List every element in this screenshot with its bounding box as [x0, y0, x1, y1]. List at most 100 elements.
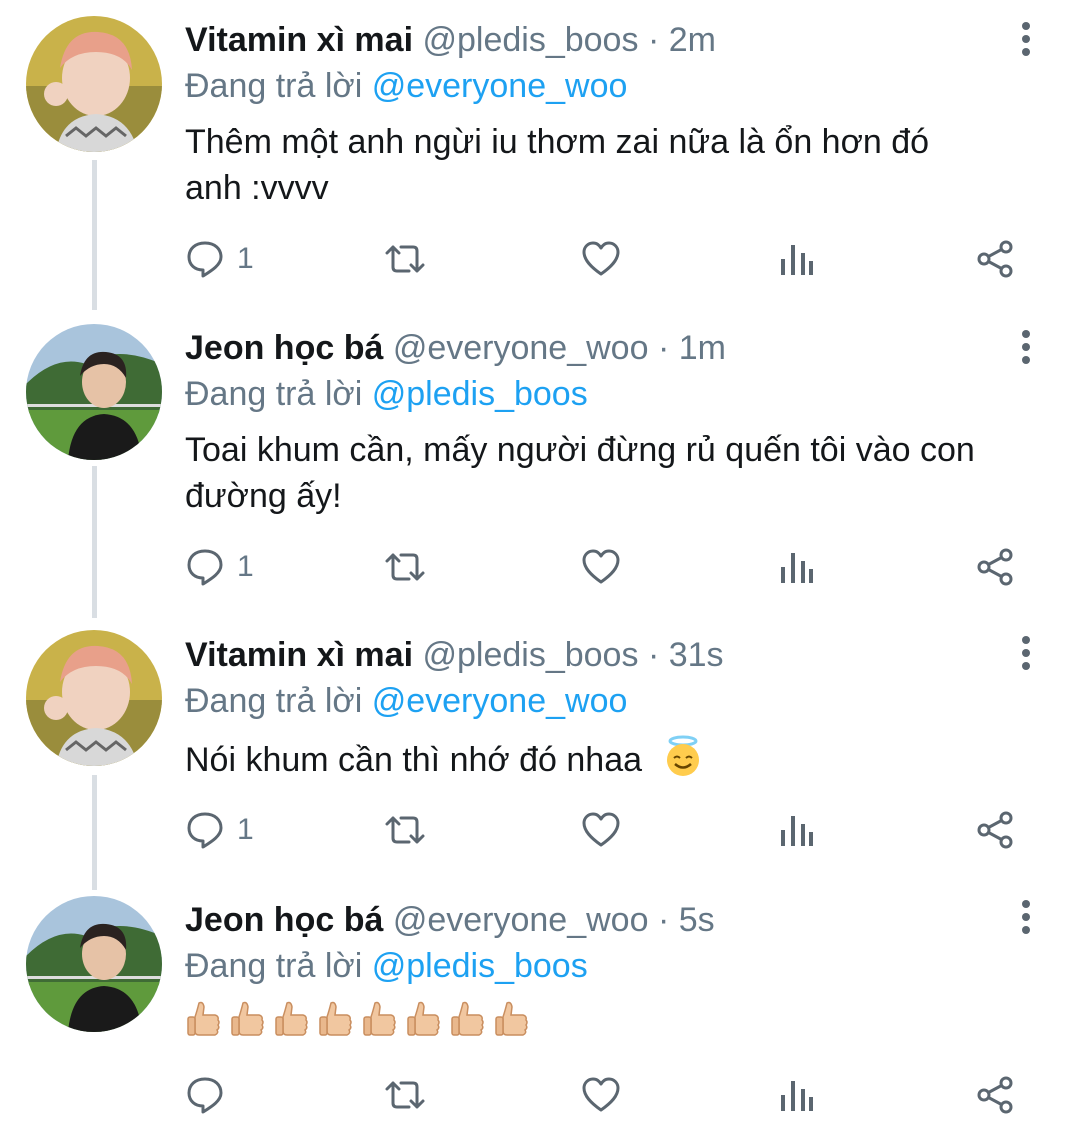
heart-icon: [581, 810, 621, 850]
mention-link[interactable]: @pledis_boos: [372, 947, 588, 985]
user-handle[interactable]: @pledis_boos: [422, 636, 638, 674]
tweet-text: Nói khum cần thì nhớ đó nhaa: [185, 740, 643, 779]
reply-button[interactable]: 1: [185, 810, 254, 850]
analytics-icon: [779, 547, 815, 587]
retweet-icon: [383, 547, 427, 587]
reply-button[interactable]: 1: [185, 547, 254, 587]
share-button[interactable]: [975, 810, 1015, 850]
reply-icon: [185, 810, 225, 850]
more-options-icon[interactable]: [1016, 330, 1036, 370]
tweet[interactable]: Vitamin xì mai @pledis_boos · 2m Đang tr…: [0, 0, 1080, 310]
more-options-icon[interactable]: [1016, 900, 1036, 940]
share-button[interactable]: [975, 239, 1015, 279]
user-handle[interactable]: @everyone_woo: [393, 901, 649, 939]
retweet-icon: [383, 810, 427, 850]
mention-link[interactable]: @everyone_woo: [372, 67, 628, 105]
thumbs-up-emoji: [361, 999, 397, 1048]
tweet-header: Vitamin xì mai @pledis_boos · 2m: [185, 17, 1040, 63]
reply-count: 1: [237, 550, 254, 583]
replying-to: Đang trả lời @everyone_woo: [185, 678, 1040, 724]
replying-to-label: Đang trả lời: [185, 375, 363, 413]
analytics-icon: [779, 810, 815, 850]
tweet[interactable]: Vitamin xì mai @pledis_boos · 31s Đang t…: [0, 620, 1080, 890]
tweet-actions: 1: [185, 239, 1020, 279]
timestamp[interactable]: · 1m: [658, 329, 726, 367]
tweet-header: Vitamin xì mai @pledis_boos · 31s: [185, 632, 1040, 678]
share-icon: [975, 547, 1015, 587]
thumbs-up-emoji: [185, 999, 221, 1048]
reply-icon: [185, 1075, 225, 1115]
more-options-icon[interactable]: [1016, 22, 1036, 62]
display-name[interactable]: Vitamin xì mai: [185, 21, 413, 59]
avatar[interactable]: [26, 896, 162, 1032]
share-icon: [975, 810, 1015, 850]
tweet-actions: 1: [185, 547, 1020, 587]
retweet-icon: [383, 239, 427, 279]
share-button[interactable]: [975, 547, 1015, 587]
reply-icon: [185, 547, 225, 587]
display-name[interactable]: Jeon học bá: [185, 901, 383, 939]
heart-icon: [581, 547, 621, 587]
reply-count: 1: [237, 813, 254, 846]
like-button[interactable]: [581, 239, 621, 279]
share-icon: [975, 239, 1015, 279]
heart-icon: [581, 239, 621, 279]
replying-to: Đang trả lời @pledis_boos: [185, 371, 1040, 417]
analytics-button[interactable]: [779, 810, 815, 850]
avatar[interactable]: [26, 16, 162, 152]
avatar[interactable]: [26, 324, 162, 460]
replying-to-label: Đang trả lời: [185, 682, 363, 720]
like-button[interactable]: [581, 810, 621, 850]
replying-to: Đang trả lời @everyone_woo: [185, 63, 1040, 109]
reply-button[interactable]: [185, 1075, 237, 1115]
share-button[interactable]: [975, 1075, 1015, 1115]
user-handle[interactable]: @everyone_woo: [393, 329, 649, 367]
avatar[interactable]: [26, 630, 162, 766]
tweet-actions: 1: [185, 810, 1020, 850]
reply-button[interactable]: 1: [185, 239, 254, 279]
more-options-icon[interactable]: [1016, 636, 1036, 676]
halo-smile-emoji: [661, 734, 705, 790]
thumbs-up-emoji: [273, 999, 309, 1048]
share-icon: [975, 1075, 1015, 1115]
retweet-button[interactable]: [383, 810, 427, 850]
analytics-button[interactable]: [779, 239, 815, 279]
display-name[interactable]: Vitamin xì mai: [185, 636, 413, 674]
tweet[interactable]: Jeon học bá @everyone_woo · 5s Đang trả …: [0, 890, 1080, 1131]
retweet-button[interactable]: [383, 547, 427, 587]
timestamp[interactable]: · 5s: [658, 901, 715, 939]
thumbs-up-emoji: [229, 999, 265, 1048]
replying-to-label: Đang trả lời: [185, 67, 363, 105]
replying-to: Đang trả lời @pledis_boos: [185, 943, 1040, 989]
retweet-icon: [383, 1075, 427, 1115]
tweet-text-row: Nói khum cần thì nhớ đó nhaa: [185, 734, 1040, 790]
analytics-button[interactable]: [779, 1075, 815, 1115]
mention-link[interactable]: @pledis_boos: [372, 375, 588, 413]
analytics-icon: [779, 239, 815, 279]
tweet-text: Toai khum cần, mấy người đừng rủ quến tô…: [185, 431, 975, 515]
reply-icon: [185, 239, 225, 279]
tweet-actions: [185, 1075, 1020, 1115]
reply-count: 1: [237, 242, 254, 275]
tweet-header: Jeon học bá @everyone_woo · 5s: [185, 897, 1040, 943]
thumbs-up-emoji: [405, 999, 441, 1048]
retweet-button[interactable]: [383, 1075, 427, 1115]
timestamp[interactable]: · 2m: [648, 21, 716, 59]
display-name[interactable]: Jeon học bá: [185, 329, 383, 367]
analytics-button[interactable]: [779, 547, 815, 587]
like-button[interactable]: [581, 547, 621, 587]
thumbs-up-emoji: [493, 999, 529, 1048]
thumbs-up-emoji: [449, 999, 485, 1048]
tweet[interactable]: Jeon học bá @everyone_woo · 1m Đang trả …: [0, 310, 1080, 620]
thumbs-up-emoji: [317, 999, 353, 1048]
tweet-text: Thêm một anh ngừi iu thơm zai nữa là ổn …: [185, 123, 930, 207]
user-handle[interactable]: @pledis_boos: [422, 21, 638, 59]
like-button[interactable]: [581, 1075, 621, 1115]
heart-icon: [581, 1075, 621, 1115]
retweet-button[interactable]: [383, 239, 427, 279]
mention-link[interactable]: @everyone_woo: [372, 682, 628, 720]
tweet-header: Jeon học bá @everyone_woo · 1m: [185, 325, 1040, 371]
thumbs-up-emoji-row: [185, 999, 1040, 1048]
replying-to-label: Đang trả lời: [185, 947, 363, 985]
timestamp[interactable]: · 31s: [648, 636, 724, 674]
